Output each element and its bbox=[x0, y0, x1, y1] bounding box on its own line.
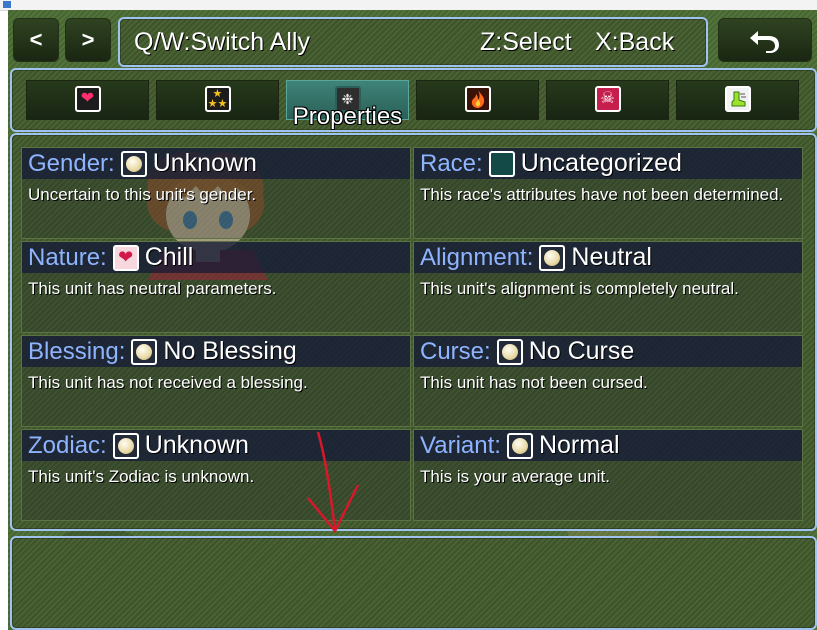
property-race: Race: Uncategorized This race's attribut… bbox=[413, 147, 803, 239]
orb-icon bbox=[506, 432, 533, 459]
property-header: Variant: Normal bbox=[414, 430, 802, 461]
property-title: Zodiac: bbox=[28, 431, 107, 459]
orb-icon bbox=[120, 150, 147, 177]
game-screen: < > Q/W:Switch Ally Z:Select X:Back ❤ ★ ★… bbox=[8, 10, 817, 630]
property-title: Blessing: bbox=[28, 337, 126, 365]
property-header: Gender: Unknown bbox=[22, 148, 410, 179]
property-gender: Gender: Unknown Uncertain to this unit's… bbox=[21, 147, 411, 239]
tab-elements[interactable] bbox=[416, 80, 539, 120]
prev-label: < bbox=[29, 27, 43, 52]
property-title: Gender: bbox=[28, 149, 115, 177]
property-value: Normal bbox=[538, 431, 620, 459]
property-curse: Curse: No Curse This unit has not been c… bbox=[413, 335, 803, 427]
tab-stats[interactable]: ❤ bbox=[26, 80, 149, 120]
tab-traits[interactable]: ★ ★★ bbox=[156, 80, 279, 120]
property-header: Race: Uncategorized bbox=[414, 148, 802, 179]
next-ally-button[interactable]: > bbox=[65, 18, 111, 62]
property-description: This race's attributes have not been det… bbox=[420, 185, 784, 204]
property-header: Blessing: No Blessing bbox=[22, 336, 410, 367]
property-description: This unit has not received a blessing. bbox=[28, 373, 308, 392]
property-title: Alignment: bbox=[420, 243, 534, 271]
tab-properties-label: Properties bbox=[292, 103, 403, 130]
property-description: Uncertain to this unit's gender. bbox=[28, 185, 257, 204]
tab-equipment[interactable] bbox=[676, 80, 799, 120]
orb-icon bbox=[112, 432, 139, 459]
property-header: Zodiac: Unknown bbox=[22, 430, 410, 461]
property-alignment: Alignment: Neutral This unit's alignment… bbox=[413, 241, 803, 333]
property-value: Chill bbox=[144, 243, 194, 271]
property-title: Curse: bbox=[420, 337, 491, 365]
window-icon bbox=[3, 1, 11, 8]
property-description: This unit's Zodiac is unknown. bbox=[28, 467, 255, 486]
property-blessing: Blessing: No Blessing This unit has not … bbox=[21, 335, 411, 427]
select-hint: Z:Select bbox=[480, 27, 572, 56]
property-description: This is your average unit. bbox=[420, 467, 610, 486]
property-value: No Blessing bbox=[163, 337, 297, 365]
back-hint: X:Back bbox=[595, 27, 675, 56]
property-description: This unit has neutral parameters. bbox=[28, 279, 277, 298]
property-variant: Variant: Normal This is your average uni… bbox=[413, 429, 803, 521]
property-value: Neutral bbox=[571, 243, 652, 271]
property-value: Unknown bbox=[144, 431, 249, 459]
property-description: This unit's alignment is completely neut… bbox=[420, 279, 739, 298]
property-header: Alignment: Neutral bbox=[414, 242, 802, 273]
property-value: No Curse bbox=[528, 337, 635, 365]
fire-shape bbox=[471, 90, 484, 108]
skull-icon: ☠ bbox=[594, 86, 621, 112]
heart-icon: ❤ bbox=[112, 244, 139, 271]
undo-arrow-icon bbox=[750, 31, 779, 53]
boot-shape bbox=[731, 91, 746, 107]
property-nature: Nature: ❤ Chill This unit has neutral pa… bbox=[21, 241, 411, 333]
heart-icon: ❤ bbox=[74, 86, 101, 112]
prev-ally-button[interactable]: < bbox=[13, 18, 59, 62]
back-button[interactable] bbox=[718, 18, 812, 62]
fire-icon bbox=[464, 86, 491, 112]
orb-icon bbox=[131, 338, 158, 365]
stars-icon: ★ ★★ bbox=[204, 86, 231, 112]
property-title: Race: bbox=[420, 149, 483, 177]
property-value: Uncategorized bbox=[520, 149, 682, 177]
orb-icon bbox=[496, 338, 523, 365]
property-description: This unit has not been cursed. bbox=[420, 373, 648, 392]
property-header: Nature: ❤ Chill bbox=[22, 242, 410, 273]
teal-square-icon bbox=[488, 150, 515, 177]
switch-ally-hint: Q/W:Switch Ally bbox=[134, 27, 310, 56]
tab-status[interactable]: ☠ bbox=[546, 80, 669, 120]
help-window bbox=[10, 536, 817, 630]
boot-icon bbox=[724, 86, 751, 112]
property-value: Unknown bbox=[152, 149, 257, 177]
property-title: Variant: bbox=[420, 431, 501, 459]
next-label: > bbox=[81, 27, 95, 52]
property-zodiac: Zodiac: Unknown This unit's Zodiac is un… bbox=[21, 429, 411, 521]
tab-properties[interactable]: ❉ Properties bbox=[286, 80, 409, 130]
controls-hint-window: Q/W:Switch Ally Z:Select X:Back bbox=[118, 17, 708, 67]
property-title: Nature: bbox=[28, 243, 107, 271]
orb-icon bbox=[539, 244, 566, 271]
property-header: Curse: No Curse bbox=[414, 336, 802, 367]
